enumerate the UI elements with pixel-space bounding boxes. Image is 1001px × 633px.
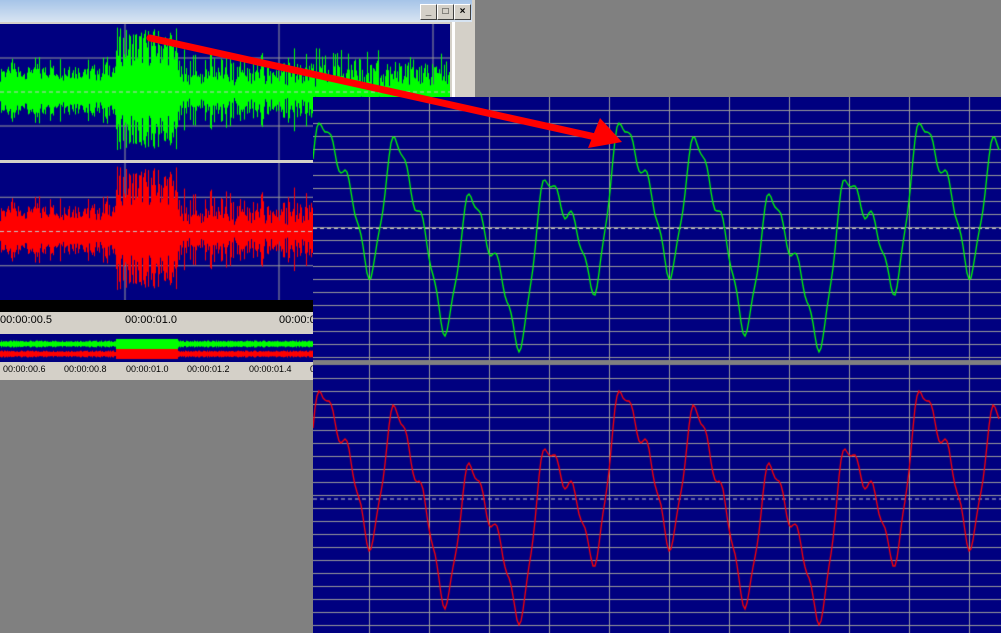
red-arrow-annotation <box>146 34 622 148</box>
